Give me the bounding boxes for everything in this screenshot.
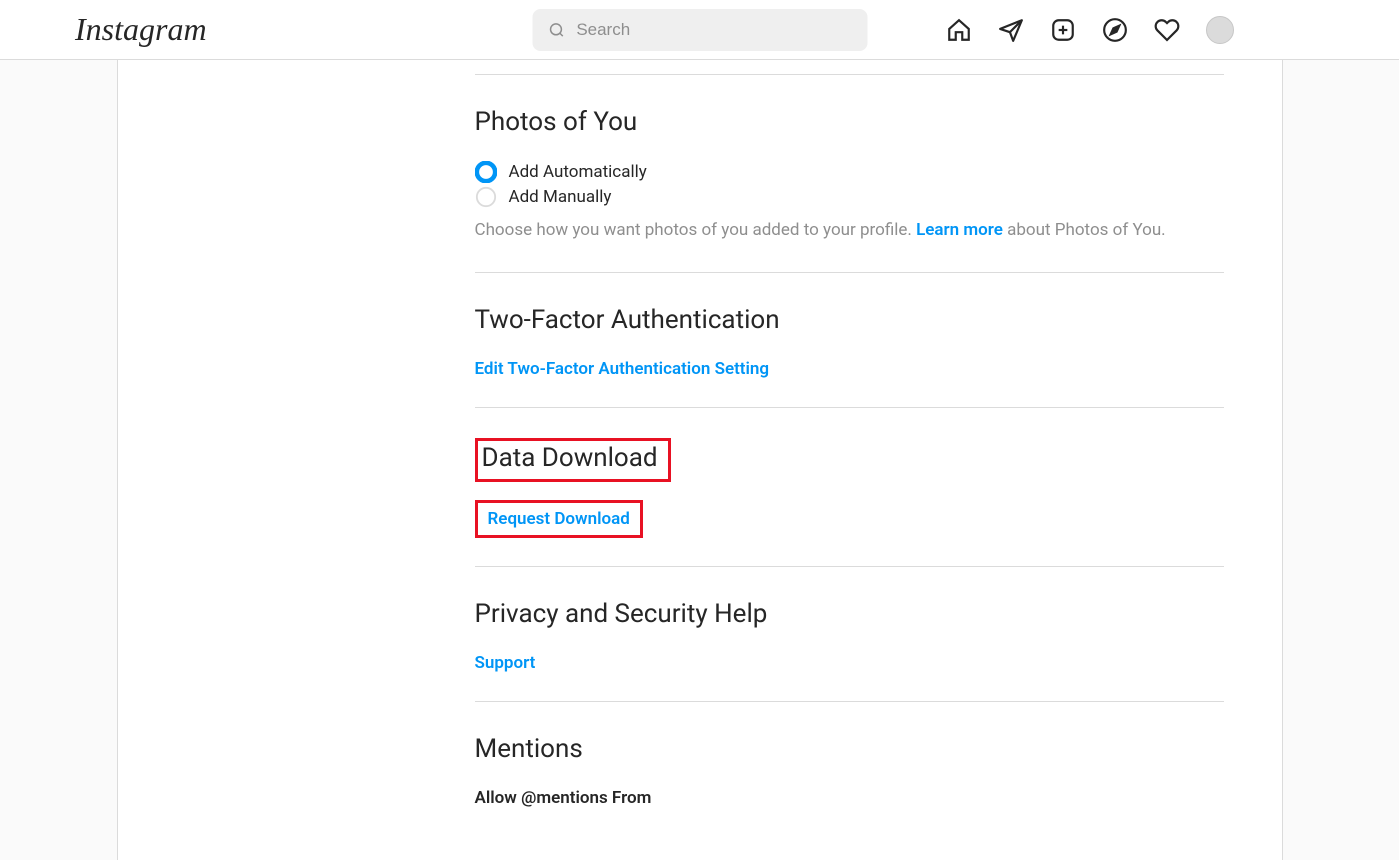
settings-sidebar: [118, 60, 417, 860]
section-title-privacy-help: Privacy and Security Help: [475, 599, 1224, 629]
settings-content: Photos of You Add Automatically Add Manu…: [417, 60, 1282, 860]
highlight-data-download-title: Data Download: [475, 438, 671, 482]
radio-add-automatically[interactable]: Add Automatically: [475, 161, 1224, 183]
help-text-pre: Choose how you want photos of you added …: [475, 220, 917, 240]
explore-icon[interactable]: [1102, 17, 1128, 43]
radio-label: Add Manually: [509, 187, 612, 207]
radio-selected-icon: [475, 161, 497, 183]
search-box[interactable]: [532, 9, 867, 51]
photos-help-text: Choose how you want photos of you added …: [475, 218, 1224, 244]
section-two-factor: Two-Factor Authentication Edit Two-Facto…: [475, 305, 1224, 408]
edit-2fa-link[interactable]: Edit Two-Factor Authentication Setting: [475, 359, 770, 379]
top-nav-bar: Instagram: [0, 0, 1399, 60]
search-input[interactable]: [576, 20, 851, 40]
activity-icon[interactable]: [1154, 17, 1180, 43]
home-icon[interactable]: [946, 17, 972, 43]
support-link[interactable]: Support: [475, 653, 536, 673]
radio-label: Add Automatically: [509, 162, 647, 182]
section-data-download: Data Download Request Download: [475, 408, 1224, 567]
request-download-link[interactable]: Request Download: [488, 509, 630, 529]
instagram-logo[interactable]: Instagram: [75, 11, 207, 48]
profile-avatar[interactable]: [1206, 16, 1234, 44]
section-title-2fa: Two-Factor Authentication: [475, 305, 1224, 335]
section-title-mentions: Mentions: [475, 734, 1224, 764]
page-body: Photos of You Add Automatically Add Manu…: [0, 60, 1399, 860]
search-icon: [548, 21, 564, 39]
highlight-request-download: Request Download: [475, 500, 643, 538]
radio-add-manually[interactable]: Add Manually: [475, 186, 1224, 208]
messages-icon[interactable]: [998, 17, 1024, 43]
section-mentions: Mentions Allow @mentions From: [475, 734, 1224, 808]
section-title-photos: Photos of You: [475, 107, 1224, 137]
section-photos-of-you: Photos of You Add Automatically Add Manu…: [475, 107, 1224, 273]
divider: [475, 74, 1224, 75]
section-privacy-help: Privacy and Security Help Support: [475, 599, 1224, 702]
learn-more-link[interactable]: Learn more: [916, 220, 1003, 240]
section-title-data-download: Data Download: [482, 443, 658, 473]
new-post-icon[interactable]: [1050, 17, 1076, 43]
settings-container: Photos of You Add Automatically Add Manu…: [117, 60, 1283, 860]
photos-radio-group: Add Automatically Add Manually: [475, 161, 1224, 208]
radio-unselected-icon: [475, 186, 497, 208]
help-text-post: about Photos of You.: [1003, 220, 1166, 240]
nav-icons: [946, 16, 1234, 44]
mentions-sub-heading: Allow @mentions From: [475, 788, 1224, 808]
